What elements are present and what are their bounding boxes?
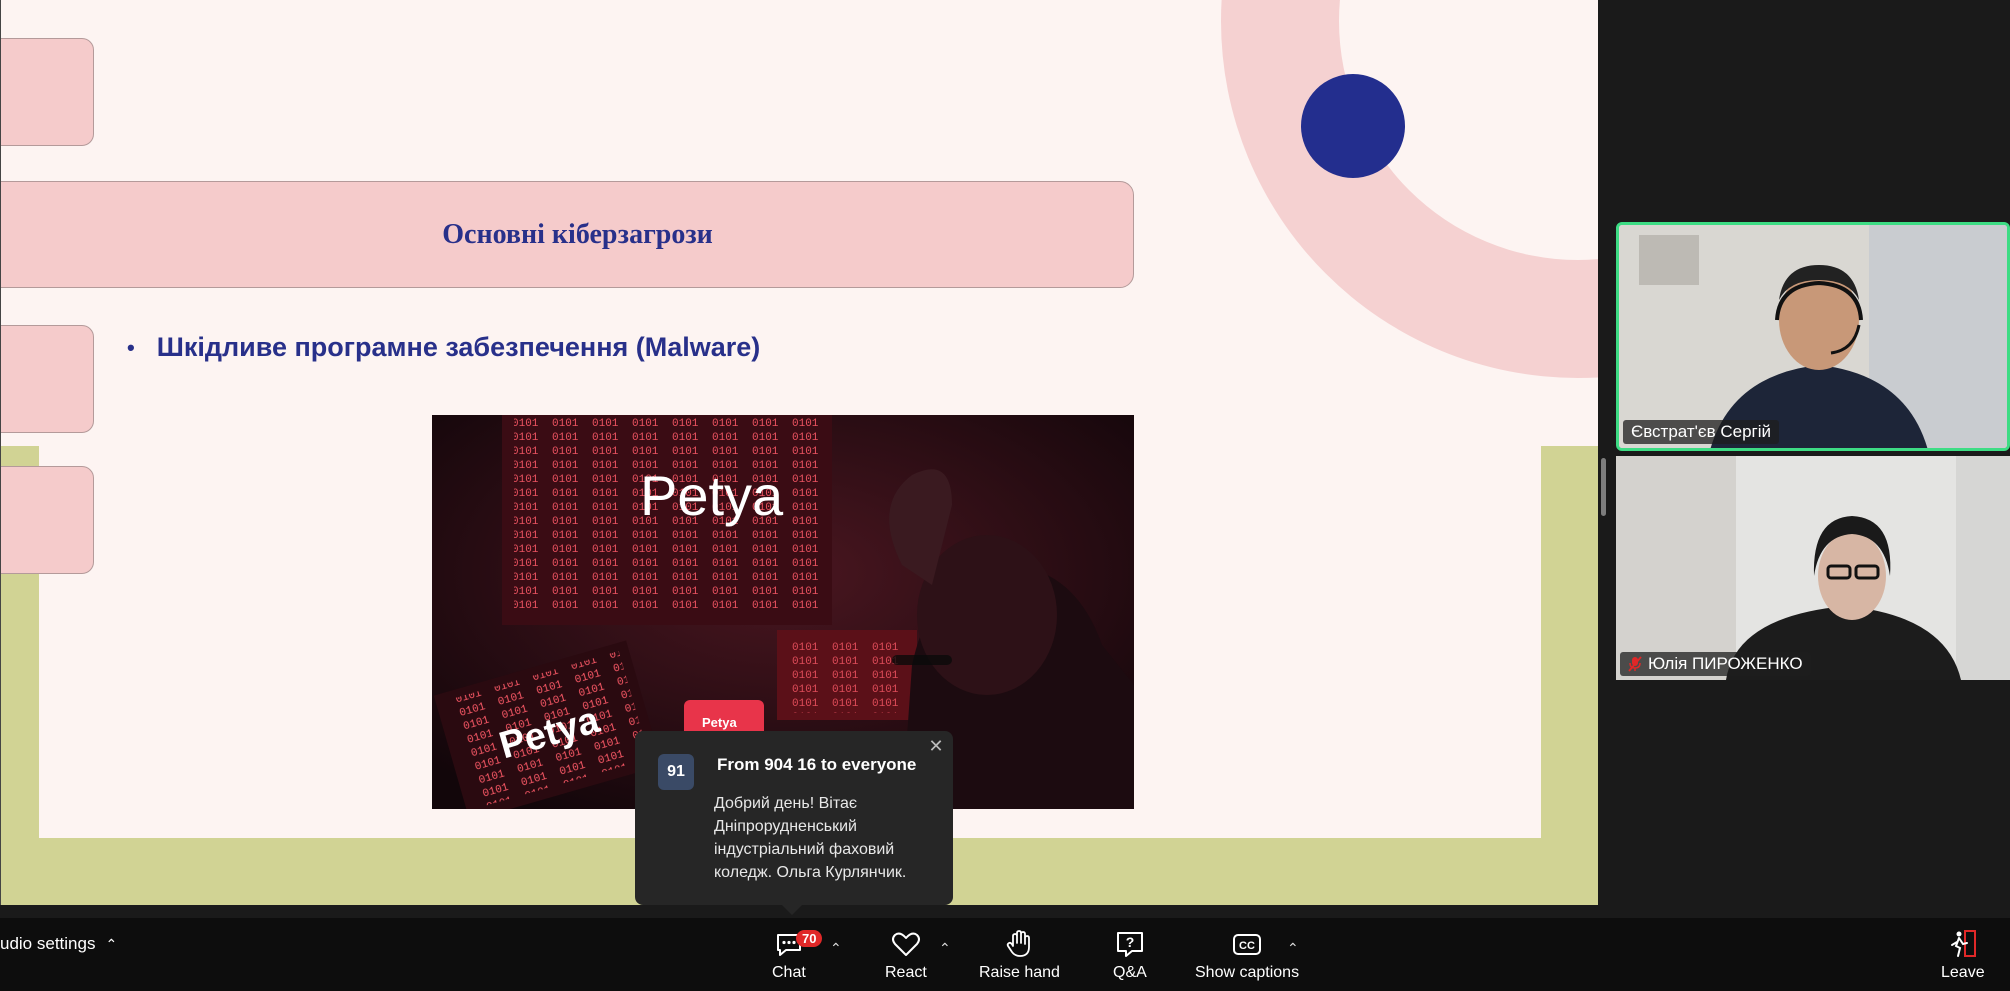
hand-icon <box>1007 930 1031 957</box>
petya-word-phone: Petya <box>702 715 737 730</box>
close-icon[interactable]: ✕ <box>927 737 945 755</box>
leave-icon <box>1950 930 1976 957</box>
chat-notification[interactable]: 91 From 904 16 to everyone Добрий день! … <box>635 731 953 915</box>
audio-settings-label: udio settings <box>0 934 96 953</box>
captions-label: Show captions <box>1195 964 1300 981</box>
heart-icon <box>891 932 920 956</box>
bullet-dot-icon: • <box>127 334 135 360</box>
svg-text:?: ? <box>1126 934 1135 950</box>
decorative-tab <box>1 325 94 433</box>
decorative-tab <box>1 38 94 146</box>
svg-text:CC: CC <box>1239 940 1255 952</box>
participant-name: Юлія ПИРОЖЕНКО <box>1648 654 1803 673</box>
decorative-tab <box>1 466 94 574</box>
audio-settings-button[interactable]: udio settings ⌃ <box>0 934 117 954</box>
leave-label: Leave <box>1941 964 1985 981</box>
slide-title: Основні кіберзагрози <box>442 218 713 250</box>
mic-muted-icon <box>1628 656 1642 672</box>
captions-icon: CC <box>1233 934 1262 955</box>
chevron-up-icon: ⌃ <box>105 935 118 952</box>
show-captions-button[interactable]: CC Show captions <box>1195 928 1299 982</box>
slide-title-bar: Основні кіберзагрози <box>1 181 1134 288</box>
raise-hand-button[interactable]: Raise hand <box>979 928 1060 982</box>
slide-bullet-text: Шкідливе програмне забезпечення (Malware… <box>156 332 761 362</box>
chat-message: Добрий день! Вітає Дніпрорудненський інд… <box>714 795 907 881</box>
qa-button[interactable]: ? Q&A <box>1113 928 1147 982</box>
chevron-up-icon[interactable]: ⌃ <box>830 940 842 957</box>
chat-sender: From 904 16 to everyone <box>717 755 917 774</box>
participant-name-tag: Євстрат'єв Сергій <box>1623 420 1780 444</box>
chevron-up-icon[interactable]: ⌃ <box>939 940 951 957</box>
chevron-up-icon[interactable]: ⌃ <box>1287 940 1299 957</box>
participant-name: Євстрат'єв Сергій <box>1631 422 1772 441</box>
slide-bullet: • Шкідливе програмне забезпечення (Malwa… <box>127 332 760 363</box>
decorative-dot <box>1301 74 1405 178</box>
react-button[interactable]: React <box>885 928 927 982</box>
participant-video-2[interactable]: Юлія ПИРОЖЕНКО <box>1616 456 2010 680</box>
qa-label: Q&A <box>1113 964 1147 981</box>
leave-button[interactable]: Leave <box>1941 928 1985 982</box>
petya-word-main: Petya <box>640 464 784 527</box>
message-count-badge: 91 <box>658 754 694 790</box>
chat-label: Chat <box>772 964 806 981</box>
react-label: React <box>885 964 927 981</box>
panel-resize-handle[interactable] <box>1601 458 1606 516</box>
question-icon: ? <box>1116 932 1143 957</box>
participant-video-1[interactable]: Євстрат'єв Сергій <box>1616 222 2010 451</box>
chat-unread-badge: 70 <box>796 930 823 947</box>
meeting-toolbar: udio settings ⌃ Chat 70 ⌃ React ⌃ Raise … <box>0 918 2010 991</box>
raise-hand-label: Raise hand <box>979 964 1060 981</box>
participant-name-tag: Юлія ПИРОЖЕНКО <box>1620 652 1811 676</box>
